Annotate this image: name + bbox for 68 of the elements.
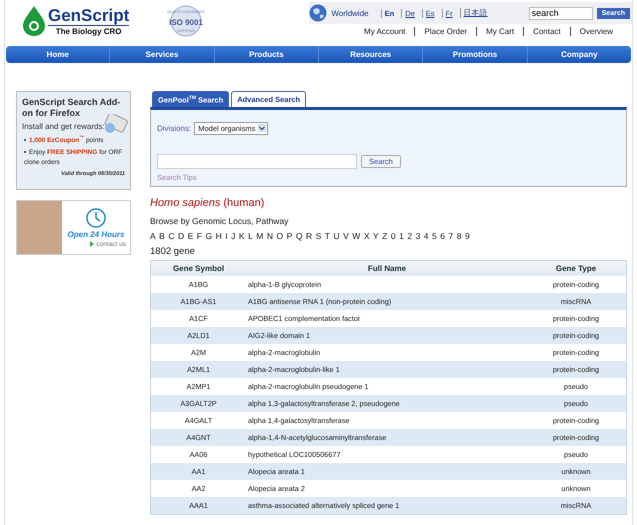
index-link[interactable]: Q	[296, 230, 302, 240]
index-link[interactable]: M	[256, 230, 264, 240]
column-header[interactable]: Gene Symbol	[150, 260, 246, 276]
index-link[interactable]: L	[248, 230, 253, 240]
logo-tagline: The Biology CRO	[56, 26, 122, 36]
globe-icon	[309, 4, 328, 22]
index-link[interactable]: K	[238, 230, 245, 240]
index-link[interactable]: 0	[390, 230, 396, 240]
promo-subtitle: Install and get rewards:	[22, 122, 106, 131]
column-header[interactable]: Full Name	[246, 260, 526, 276]
nav-item[interactable]: Home	[6, 46, 110, 63]
index-link[interactable]: V	[343, 230, 349, 240]
organism-heading: Homo sapiens (human)	[150, 196, 266, 208]
nav-item[interactable]: Products	[214, 46, 318, 63]
promo-title: GenScript Search Add-on for Firefox	[22, 97, 122, 119]
nav-item[interactable]: Services	[109, 46, 214, 63]
index-link[interactable]: H	[216, 230, 222, 240]
index-link[interactable]: R	[306, 230, 312, 240]
index-link[interactable]: T	[324, 230, 330, 240]
index-link[interactable]: I	[225, 230, 228, 240]
index-link[interactable]: U	[333, 230, 340, 240]
index-link[interactable]: 6	[440, 230, 445, 240]
logo-drop-icon	[23, 6, 45, 36]
search-field[interactable]: search	[528, 6, 593, 20]
index-link[interactable]: A	[150, 230, 156, 240]
index-link[interactable]: S	[316, 230, 322, 240]
account-link[interactable]: Place Order	[414, 27, 476, 36]
index-link[interactable]: G	[206, 230, 212, 240]
index-link[interactable]: Y	[372, 230, 379, 240]
index-link[interactable]: Z	[382, 230, 388, 240]
column-header[interactable]: Gene Type	[526, 260, 626, 276]
nav-item[interactable]: Promotions	[422, 46, 527, 63]
arrow-icon	[90, 241, 94, 247]
index-link[interactable]: D	[178, 230, 184, 240]
account-link[interactable]: Contact	[523, 27, 570, 36]
index-link[interactable]: F	[196, 230, 202, 240]
index-link[interactable]: X	[364, 230, 370, 240]
nav-item[interactable]: Resources	[318, 46, 422, 63]
index-link[interactable]: 5	[432, 230, 437, 240]
index-link[interactable]: C	[168, 230, 174, 240]
index-link[interactable]: B	[159, 230, 165, 240]
region-label: Worldwide	[331, 8, 369, 18]
gene-count: 1802 gene	[150, 246, 196, 256]
index-link[interactable]: E	[188, 230, 194, 240]
browse-text: Browse by Genomic Locus, Pathway	[150, 216, 290, 226]
nav-item[interactable]: Company	[526, 46, 631, 63]
index-link[interactable]: 8	[456, 230, 462, 240]
index-link[interactable]: P	[286, 230, 292, 240]
index-link[interactable]: N	[266, 230, 274, 240]
ad-headline: Open 24 Hours	[68, 230, 124, 238]
query-field[interactable]	[157, 154, 357, 168]
card-icon	[102, 114, 128, 134]
index-link[interactable]: 1	[399, 230, 404, 240]
index-link[interactable]: 9	[464, 230, 470, 240]
index-link[interactable]: 2	[407, 230, 412, 240]
index-link[interactable]: O	[276, 230, 284, 240]
index-link[interactable]: J	[231, 230, 236, 240]
photo-placeholder	[17, 201, 62, 254]
index-link[interactable]: 3	[416, 230, 420, 240]
index-link[interactable]: W	[352, 230, 360, 240]
index-link[interactable]: 7	[448, 230, 454, 240]
account-link[interactable]: Overview	[570, 27, 622, 36]
account-link[interactable]: My Cart	[476, 27, 524, 36]
index-link[interactable]: 4	[424, 230, 429, 240]
divisions-label: Divisions:	[157, 124, 192, 132]
caret-icon	[258, 124, 266, 132]
logo-wordmark[interactable]: GenScript	[48, 6, 130, 26]
account-link[interactable]: My Account	[355, 27, 414, 36]
